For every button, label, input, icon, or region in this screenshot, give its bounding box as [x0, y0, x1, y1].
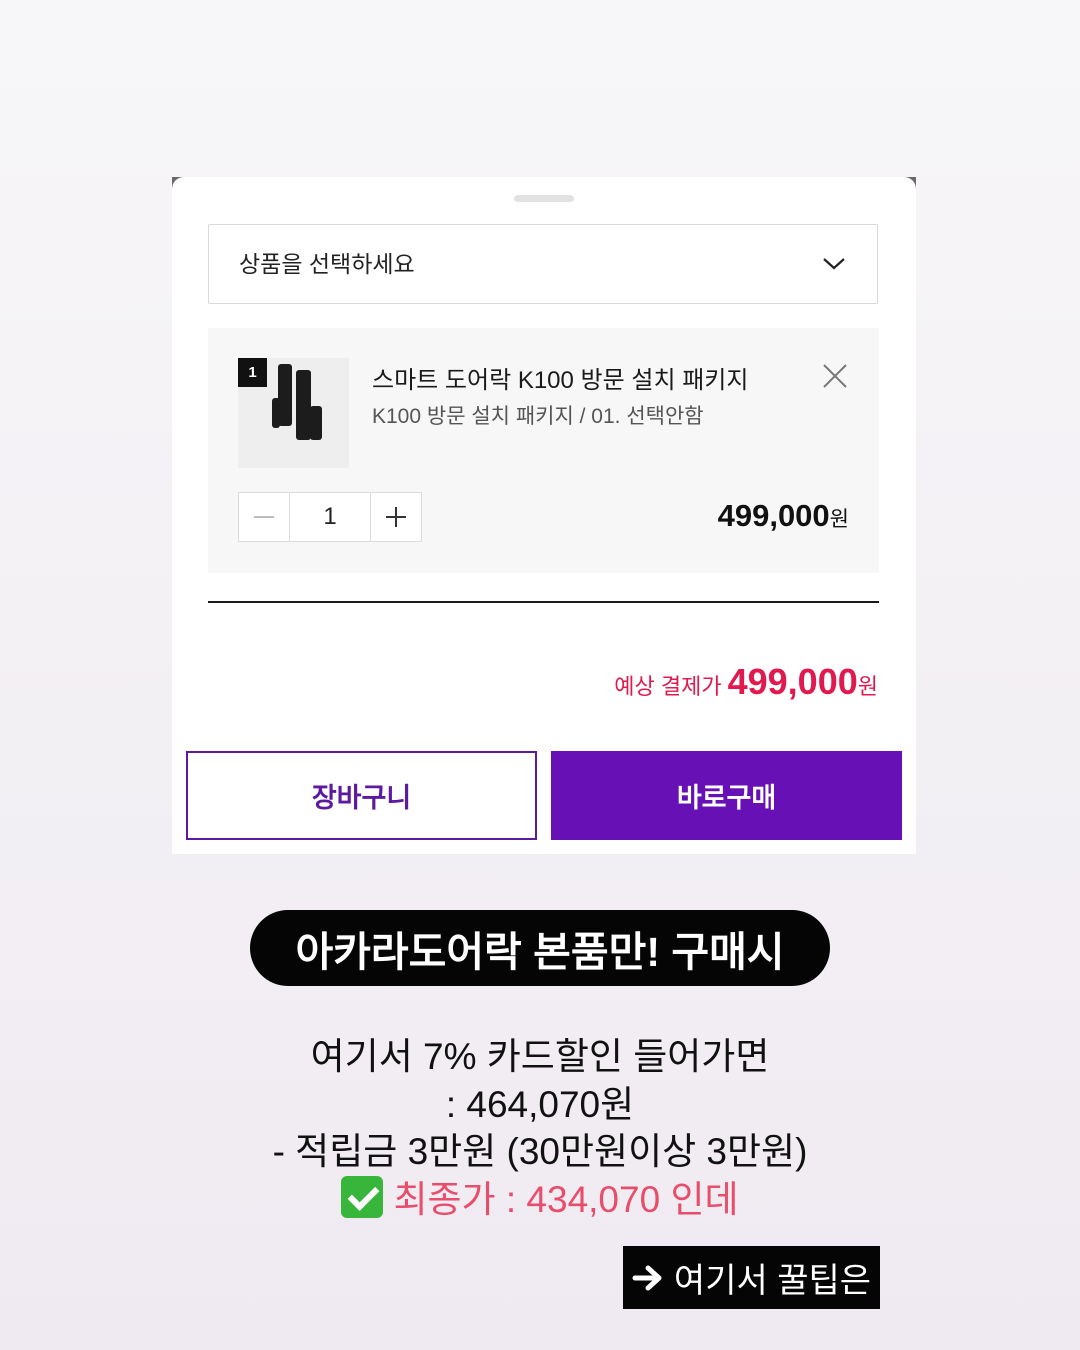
caption-line-1: 여기서 7% 카드할인 들어가면: [310, 1036, 770, 1077]
add-to-cart-button[interactable]: 장바구니: [186, 751, 537, 840]
estimated-total-unit: 원: [857, 674, 878, 699]
item-option: K100 방문 설치 패키지 / 01. 선택안함: [372, 405, 704, 428]
buy-now-button[interactable]: 바로구매: [551, 751, 902, 840]
caption-line-2: : 464,070원: [445, 1084, 635, 1125]
tip-label: 여기서 꿀팁은: [623, 1246, 880, 1309]
drag-handle[interactable]: [514, 195, 574, 202]
final-price-line: 최종가 : 434,070 인데: [0, 1169, 1080, 1223]
plus-icon[interactable]: [370, 493, 421, 541]
caption-line-3: - 적립금 3만원 (30만원이상 3만원): [272, 1131, 808, 1172]
doorlock-handle-right: [310, 406, 322, 440]
estimated-total: 예상 결제가 499,000원: [614, 661, 878, 703]
estimated-total-label: 예상 결제가: [614, 674, 722, 699]
minus-icon[interactable]: [239, 493, 290, 541]
doorlock-handle-left: [272, 398, 280, 428]
quantity-stepper: 1: [238, 492, 422, 542]
purchase-sheet: 상품을 선택하세요 1 스마트 도어락 K100 방문 설치 패키지 K100 …: [172, 177, 916, 854]
doorlock-image-right: [296, 370, 311, 440]
estimated-total-value: 499,000: [727, 661, 858, 702]
doorlock-image-left: [278, 364, 292, 426]
headline-pill: 아카라도어락 본품만! 구매시: [250, 910, 830, 986]
selected-item-card: 1 스마트 도어락 K100 방문 설치 패키지 K100 방문 설치 패키지 …: [208, 328, 879, 573]
chevron-down-icon: [823, 258, 845, 270]
divider: [208, 601, 879, 603]
close-icon[interactable]: [821, 362, 849, 390]
item-price-value: 499,000: [717, 498, 830, 533]
product-thumbnail: 1: [238, 358, 349, 468]
product-select-placeholder: 상품을 선택하세요: [239, 251, 415, 277]
tip-text: 여기서 꿀팁은: [673, 1262, 872, 1300]
quantity-value[interactable]: 1: [290, 493, 370, 541]
item-count-badge: 1: [238, 358, 267, 387]
check-icon: [341, 1176, 384, 1218]
item-price: 499,000원: [718, 498, 849, 534]
arrow-right-icon: [632, 1265, 662, 1290]
item-title: 스마트 도어락 K100 방문 설치 패키지: [372, 367, 749, 394]
product-select[interactable]: 상품을 선택하세요: [208, 224, 878, 304]
final-price-text: 최종가 : 434,070 인데: [393, 1179, 739, 1220]
item-price-unit: 원: [829, 508, 849, 531]
